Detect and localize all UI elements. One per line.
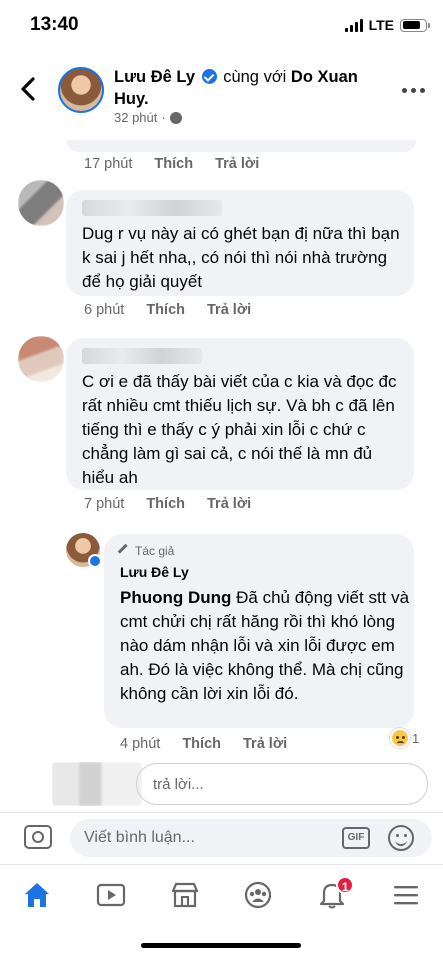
author-name[interactable]: Lưu Đê Ly <box>114 68 195 86</box>
status-indicators: LTE <box>344 17 430 33</box>
author-avatar[interactable] <box>58 67 104 113</box>
comment-bubble[interactable]: C ơi e đã thấy bài viết của c kia và đọc… <box>66 338 414 490</box>
comment-text: C ơi e đã thấy bài viết của c kia và đọc… <box>82 372 397 487</box>
verified-badge-icon <box>88 554 102 568</box>
signal-icon <box>344 18 363 32</box>
comment-actions: 6 phút Thích Trả lời <box>84 302 251 318</box>
comment-time: 17 phút <box>84 156 133 172</box>
comment-input-placeholder: Viết bình luận... <box>84 829 195 846</box>
reply-button[interactable]: Trả lời <box>215 156 259 172</box>
battery-level <box>402 21 421 29</box>
reply-text: Phuong Dung Đã chủ động viết stt và cmt … <box>120 586 410 706</box>
comment-time: 6 phút <box>84 302 125 318</box>
nav-notifications[interactable]: 1 <box>302 870 362 920</box>
comment-actions: 17 phút Thích Trả lời <box>84 156 259 172</box>
nav-groups[interactable] <box>228 870 288 920</box>
reply-input-avatar <box>52 762 142 806</box>
reply-actions: 4 phút Thích Trả lời <box>120 736 287 752</box>
notification-badge: 1 <box>336 875 355 894</box>
like-button[interactable]: Thích <box>182 736 221 752</box>
bottom-nav: 1 <box>0 864 443 924</box>
video-icon <box>96 883 125 906</box>
home-indicator <box>141 943 301 948</box>
status-bar: 13:40 LTE <box>0 0 443 52</box>
camera-icon[interactable] <box>24 825 52 849</box>
emoji-icon[interactable] <box>388 825 414 851</box>
commenter-name-blurred <box>82 200 222 216</box>
groups-icon <box>245 881 272 908</box>
comment-composer: Viết bình luận... GIF <box>0 812 443 864</box>
marketplace-icon <box>171 882 198 907</box>
nav-watch[interactable] <box>81 870 141 920</box>
comment-bubble[interactable]: Dug r vụ này ai có ghét bạn đị nữa thì b… <box>66 190 414 296</box>
back-arrow-icon[interactable] <box>16 74 40 104</box>
menu-icon <box>394 885 419 904</box>
nav-marketplace[interactable] <box>155 870 215 920</box>
network-label: LTE <box>368 17 394 33</box>
comment-text: Dug r vụ này ai có ghét bạn đị nữa thì b… <box>82 224 400 291</box>
like-button[interactable]: Thích <box>146 302 185 318</box>
home-icon <box>24 882 49 907</box>
reaction-summary[interactable]: 1 <box>390 728 419 748</box>
reaction-count: 1 <box>412 730 420 746</box>
gif-icon[interactable]: GIF <box>342 827 370 849</box>
nav-menu[interactable] <box>376 870 436 920</box>
status-time: 13:40 <box>30 14 79 35</box>
comment-actions: 7 phút Thích Trả lời <box>84 496 251 512</box>
author-badge-label: Tác giả <box>135 544 175 558</box>
post-author-line: Lưu Đê Ly cùng với Do Xuan Huy. <box>114 66 374 110</box>
previous-comment-bubble <box>66 140 416 152</box>
comment-time: 7 phút <box>84 496 125 512</box>
commenter-avatar[interactable] <box>18 180 64 226</box>
author-badge: Tác giả <box>117 543 175 559</box>
reply-button[interactable]: Trả lời <box>207 302 251 318</box>
like-button[interactable]: Thích <box>154 156 193 172</box>
comments-list: 17 phút Thích Trả lời Dug r vụ này ai có… <box>0 140 443 812</box>
comment-input[interactable]: Viết bình luận... GIF <box>70 819 432 857</box>
battery-icon <box>400 18 430 32</box>
post-header: Lưu Đê Ly cùng với Do Xuan Huy. 32 phút … <box>0 52 443 132</box>
reply-time: 4 phút <box>120 736 161 752</box>
like-button[interactable]: Thích <box>146 496 185 512</box>
more-options-icon[interactable] <box>402 88 425 93</box>
post-time: 32 phút <box>114 110 158 125</box>
sad-reaction-icon <box>390 728 410 748</box>
nav-home[interactable] <box>7 870 67 920</box>
post-meta: 32 phút · <box>114 110 182 125</box>
reply-button[interactable]: Trả lời <box>207 496 251 512</box>
reply-author-name[interactable]: Lưu Đê Ly <box>120 564 189 580</box>
verified-badge-icon <box>201 69 217 84</box>
commenter-avatar[interactable] <box>18 336 64 382</box>
with-text: cùng với <box>223 68 287 86</box>
globe-icon <box>169 111 182 124</box>
commenter-name-blurred <box>82 348 202 364</box>
reply-input[interactable]: trả lời... <box>136 763 428 805</box>
reply-button[interactable]: Trả lời <box>243 736 287 752</box>
mention-link[interactable]: Phuong Dung <box>120 588 231 607</box>
pen-icon <box>117 543 134 559</box>
